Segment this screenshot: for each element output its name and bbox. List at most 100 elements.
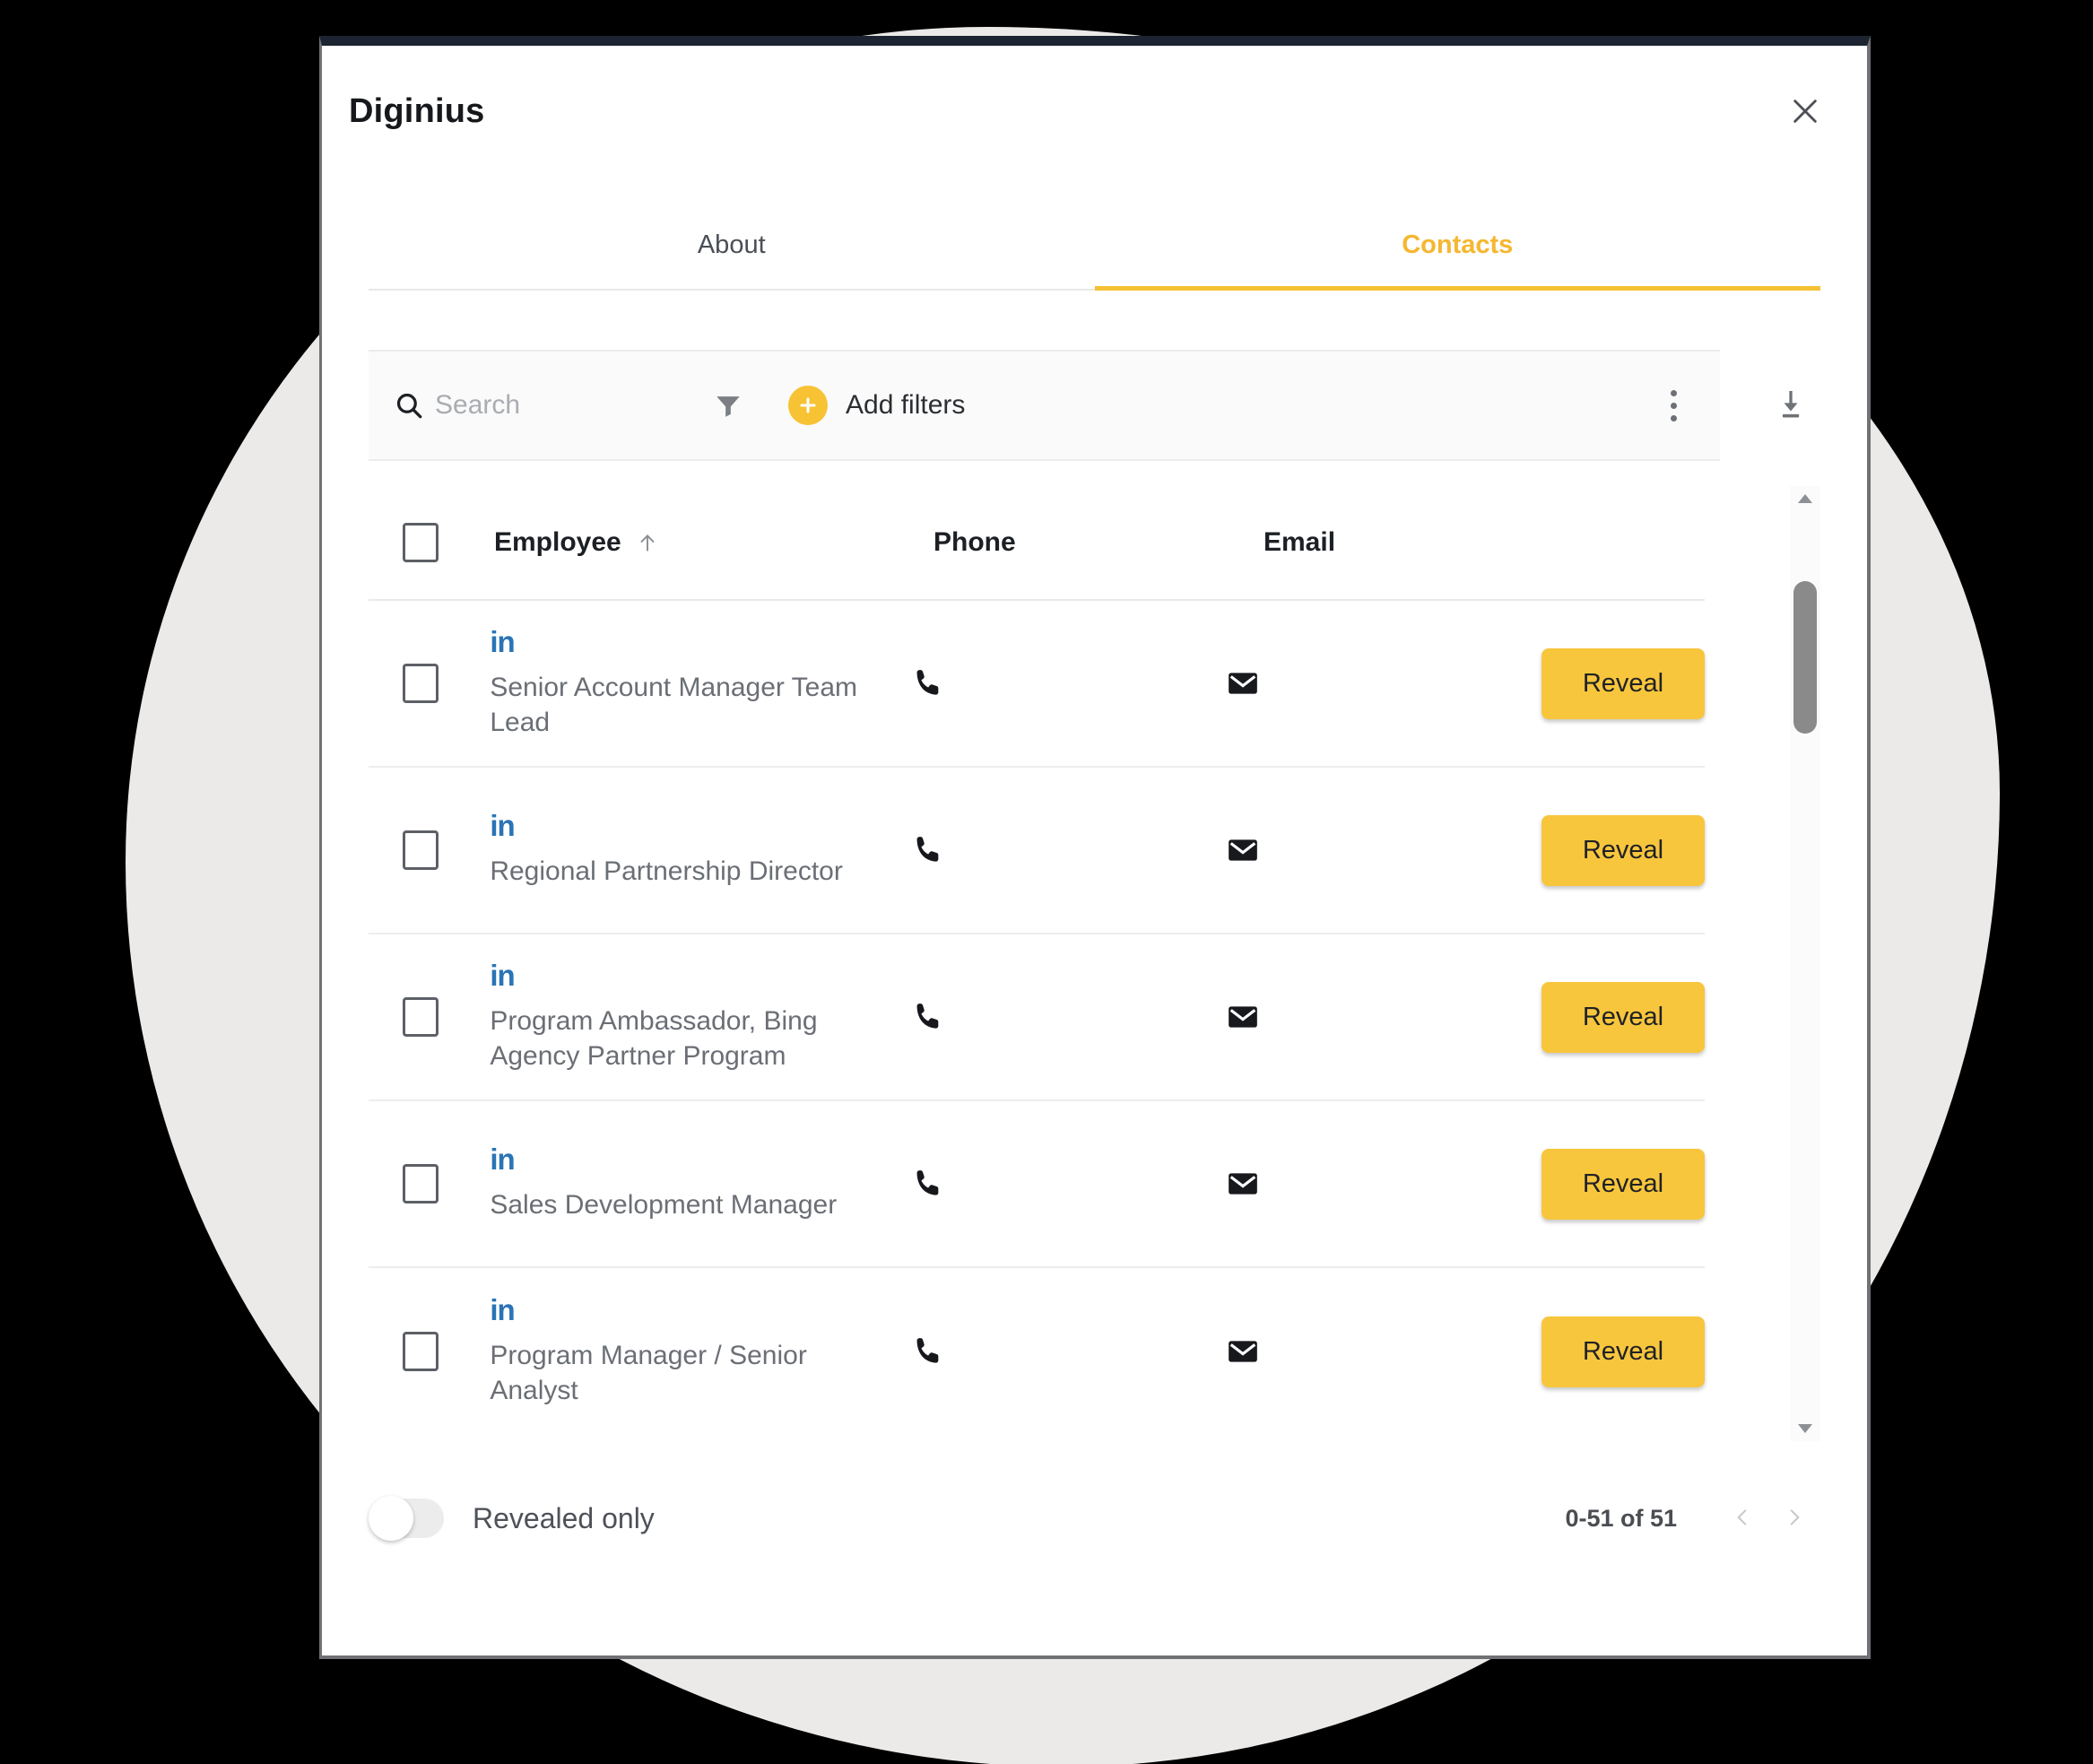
pagination: 0-51 of 51 bbox=[1565, 1494, 1820, 1543]
column-header-email-label: Email bbox=[1264, 527, 1336, 557]
linkedin-icon[interactable]: in bbox=[490, 1295, 891, 1325]
reveal-button[interactable]: Reveal bbox=[1541, 647, 1705, 719]
page-title: Diginius bbox=[349, 92, 485, 130]
row-checkbox[interactable] bbox=[403, 664, 439, 703]
row-select-cell bbox=[369, 997, 490, 1037]
scroll-up-icon[interactable] bbox=[1797, 486, 1813, 511]
actions-cell: Reveal bbox=[1541, 814, 1705, 886]
email-cell bbox=[1225, 665, 1542, 701]
search-input[interactable] bbox=[435, 390, 704, 421]
email-icon[interactable] bbox=[1225, 1334, 1261, 1369]
pagination-count: 0-51 of 51 bbox=[1565, 1504, 1677, 1532]
phone-icon[interactable] bbox=[910, 1333, 948, 1370]
row-select-cell bbox=[369, 1332, 490, 1371]
table-row: in Senior Account Manager Team Lead Reve… bbox=[369, 601, 1705, 768]
phone-cell bbox=[910, 831, 1225, 869]
employee-cell: in Program Manager / Senior Analyst bbox=[490, 1295, 909, 1408]
row-select-cell bbox=[369, 1164, 490, 1204]
employee-title: Senior Account Manager Team Lead bbox=[490, 673, 858, 737]
column-header-email[interactable]: Email bbox=[1264, 527, 1595, 558]
actions-cell: Reveal bbox=[1541, 647, 1705, 719]
table-scrollbar[interactable] bbox=[1790, 486, 1820, 1441]
scroll-down-icon[interactable] bbox=[1797, 1416, 1813, 1441]
employee-cell: in Program Ambassador, Bing Agency Partn… bbox=[490, 960, 909, 1073]
arrow-up-icon bbox=[636, 531, 659, 554]
toggle-knob bbox=[369, 1496, 413, 1541]
phone-icon[interactable] bbox=[910, 665, 948, 702]
phone-cell bbox=[910, 998, 1225, 1036]
employee-cell: in Regional Partnership Director bbox=[490, 811, 909, 889]
select-all-checkbox[interactable] bbox=[403, 523, 439, 562]
linkedin-icon[interactable]: in bbox=[490, 1144, 891, 1174]
employee-title: Program Manager / Senior Analyst bbox=[490, 1341, 807, 1405]
scrollbar-thumb[interactable] bbox=[1793, 581, 1817, 734]
phone-icon[interactable] bbox=[910, 1165, 948, 1203]
reveal-button[interactable]: Reveal bbox=[1541, 1316, 1705, 1387]
actions-cell: Reveal bbox=[1541, 1316, 1705, 1387]
row-checkbox[interactable] bbox=[403, 997, 439, 1037]
search-bar: Add filters bbox=[369, 350, 1720, 461]
row-checkbox[interactable] bbox=[403, 1332, 439, 1371]
add-filters-button[interactable]: Add filters bbox=[788, 386, 965, 425]
employee-title: Sales Development Manager bbox=[490, 1190, 838, 1221]
email-cell bbox=[1225, 832, 1542, 868]
download-button[interactable] bbox=[1761, 376, 1820, 435]
email-icon[interactable] bbox=[1225, 999, 1261, 1035]
table-row: in Program Manager / Senior Analyst Reve… bbox=[369, 1268, 1705, 1435]
column-header-phone-label: Phone bbox=[934, 527, 1016, 557]
close-button[interactable] bbox=[1777, 83, 1833, 139]
reveal-button[interactable]: Reveal bbox=[1541, 814, 1705, 886]
pagination-next-button[interactable] bbox=[1768, 1494, 1820, 1543]
column-header-phone[interactable]: Phone bbox=[934, 527, 1264, 558]
reveal-button[interactable]: Reveal bbox=[1541, 981, 1705, 1053]
table-footer: Revealed only 0-51 of 51 bbox=[322, 1469, 1867, 1568]
employee-title: Program Ambassador, Bing Agency Partner … bbox=[490, 1006, 818, 1071]
kebab-dot bbox=[1671, 402, 1677, 409]
actions-cell: Reveal bbox=[1541, 1148, 1705, 1220]
pagination-prev-button[interactable] bbox=[1716, 1494, 1768, 1543]
row-checkbox[interactable] bbox=[403, 1164, 439, 1204]
select-all-cell bbox=[369, 523, 494, 562]
tab-about[interactable]: About bbox=[369, 207, 1095, 289]
table-header-row: Employee Phone Email bbox=[369, 486, 1705, 601]
actions-cell: Reveal bbox=[1541, 981, 1705, 1053]
row-checkbox[interactable] bbox=[403, 830, 439, 870]
chevron-right-icon bbox=[1783, 1503, 1806, 1534]
email-icon[interactable] bbox=[1225, 665, 1261, 701]
toolbar: Add filters bbox=[369, 350, 1820, 461]
phone-icon[interactable] bbox=[910, 831, 948, 869]
kebab-dot bbox=[1671, 414, 1677, 421]
phone-cell bbox=[910, 1165, 1225, 1203]
scrollbar-track[interactable] bbox=[1790, 511, 1820, 1416]
linkedin-icon[interactable]: in bbox=[490, 811, 891, 840]
email-cell bbox=[1225, 999, 1542, 1035]
reveal-button[interactable]: Reveal bbox=[1541, 1148, 1705, 1220]
tab-bar: About Contacts bbox=[369, 207, 1820, 291]
row-select-cell bbox=[369, 664, 490, 703]
kebab-menu-icon[interactable] bbox=[1653, 378, 1695, 434]
plus-circle-icon bbox=[788, 386, 828, 425]
linkedin-icon[interactable]: in bbox=[490, 627, 891, 656]
company-detail-modal: Diginius About Contacts Search Add filte… bbox=[319, 36, 1871, 1659]
email-icon[interactable] bbox=[1225, 832, 1261, 868]
employee-cell: in Senior Account Manager Team Lead bbox=[490, 627, 909, 740]
download-icon bbox=[1773, 387, 1809, 425]
column-header-employee[interactable]: Employee bbox=[494, 527, 934, 558]
kebab-dot bbox=[1671, 389, 1677, 396]
close-icon bbox=[1790, 96, 1820, 126]
contacts-table-wrapper: Employee Phone Email in Senior Account M… bbox=[369, 486, 1820, 1441]
email-icon[interactable] bbox=[1225, 1166, 1261, 1202]
tab-contacts[interactable]: Contacts bbox=[1094, 207, 1821, 291]
modal-header: Diginius bbox=[322, 46, 1867, 180]
email-cell bbox=[1225, 1334, 1542, 1369]
phone-icon[interactable] bbox=[910, 998, 948, 1036]
phone-cell bbox=[910, 665, 1225, 702]
revealed-only-label: Revealed only bbox=[473, 1501, 655, 1534]
add-filters-label: Add filters bbox=[846, 390, 966, 420]
revealed-only-toggle[interactable]: Revealed only bbox=[369, 1496, 655, 1541]
column-header-employee-label: Employee bbox=[494, 527, 621, 557]
funnel-icon[interactable] bbox=[713, 390, 743, 421]
table-row: in Program Ambassador, Bing Agency Partn… bbox=[369, 934, 1705, 1101]
linkedin-icon[interactable]: in bbox=[490, 960, 891, 990]
chevron-left-icon bbox=[1731, 1503, 1754, 1534]
